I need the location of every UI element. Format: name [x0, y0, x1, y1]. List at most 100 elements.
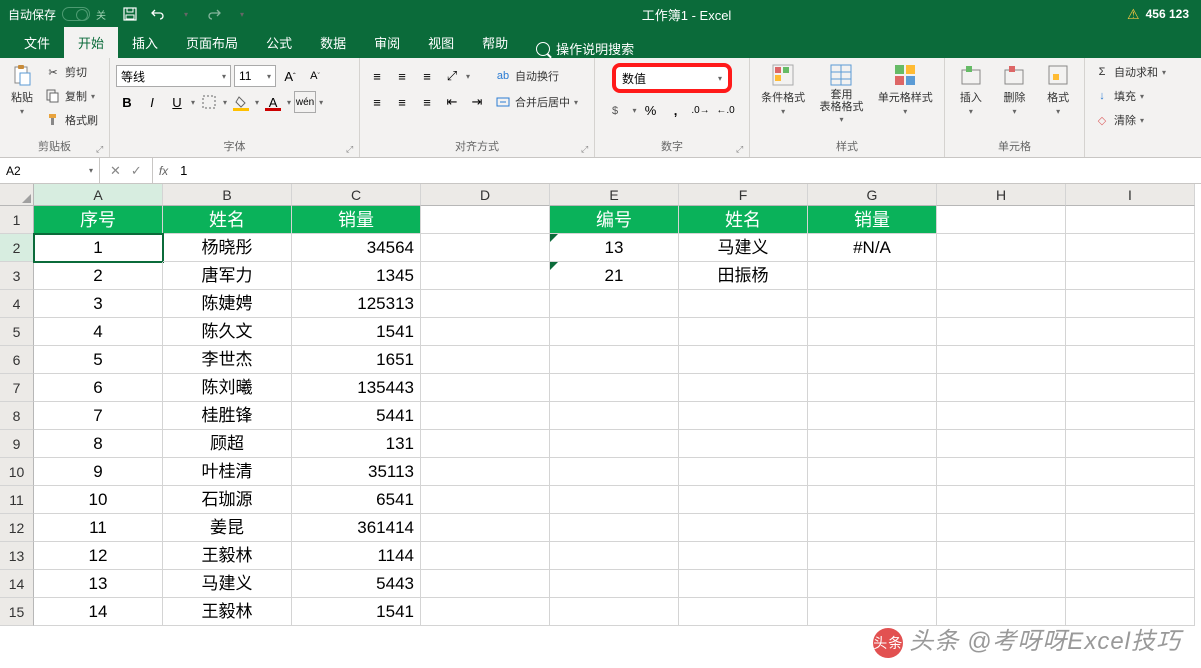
- accounting-format-icon[interactable]: $: [607, 99, 629, 121]
- row-header[interactable]: 4: [0, 290, 34, 318]
- italic-button[interactable]: I: [141, 91, 163, 113]
- cell[interactable]: [550, 374, 679, 402]
- cell[interactable]: [679, 402, 808, 430]
- cell[interactable]: 9: [34, 458, 163, 486]
- cell[interactable]: 7: [34, 402, 163, 430]
- comma-format-icon[interactable]: ,: [665, 99, 687, 121]
- align-right-icon[interactable]: ≡: [416, 91, 438, 113]
- cell[interactable]: 1651: [292, 346, 421, 374]
- cell[interactable]: [679, 598, 808, 626]
- cell[interactable]: 2: [34, 262, 163, 290]
- cell[interactable]: [421, 318, 550, 346]
- cell[interactable]: [808, 486, 937, 514]
- cell[interactable]: 34564: [292, 234, 421, 262]
- cell[interactable]: [937, 458, 1066, 486]
- insert-cells-button[interactable]: 插入▾: [955, 61, 987, 118]
- cell[interactable]: [550, 486, 679, 514]
- cell[interactable]: 135443: [292, 374, 421, 402]
- cell[interactable]: 销量: [808, 206, 937, 234]
- cell[interactable]: [550, 570, 679, 598]
- cell[interactable]: [421, 374, 550, 402]
- tab-layout[interactable]: 页面布局: [172, 27, 252, 58]
- cell[interactable]: [1066, 402, 1195, 430]
- cell[interactable]: [937, 346, 1066, 374]
- cell[interactable]: [679, 458, 808, 486]
- row-header[interactable]: 12: [0, 514, 34, 542]
- cell[interactable]: 姓名: [679, 206, 808, 234]
- cell[interactable]: 35113: [292, 458, 421, 486]
- save-icon[interactable]: [122, 6, 138, 22]
- undo-dropdown-icon[interactable]: ▾: [178, 6, 194, 22]
- dialog-launcher-icon[interactable]: ⤢: [346, 144, 356, 154]
- cell[interactable]: [421, 598, 550, 626]
- column-header[interactable]: A: [34, 184, 163, 206]
- cell[interactable]: 编号: [550, 206, 679, 234]
- cell[interactable]: [937, 430, 1066, 458]
- cell[interactable]: [679, 346, 808, 374]
- cell[interactable]: 5441: [292, 402, 421, 430]
- fx-icon[interactable]: fx: [153, 158, 174, 183]
- cell[interactable]: [421, 290, 550, 318]
- cell[interactable]: 1541: [292, 318, 421, 346]
- cell[interactable]: [937, 542, 1066, 570]
- cell[interactable]: [1066, 542, 1195, 570]
- cell[interactable]: 1541: [292, 598, 421, 626]
- cell[interactable]: 王毅林: [163, 598, 292, 626]
- cell[interactable]: 桂胜锋: [163, 402, 292, 430]
- cell[interactable]: 5: [34, 346, 163, 374]
- cell[interactable]: [1066, 374, 1195, 402]
- paste-button[interactable]: 粘贴 ▾: [6, 61, 38, 118]
- cell[interactable]: 石珈源: [163, 486, 292, 514]
- toggle-switch-icon[interactable]: [62, 7, 90, 21]
- cell[interactable]: [1066, 430, 1195, 458]
- increase-indent-icon[interactable]: ⇥: [466, 91, 488, 113]
- row-header[interactable]: 10: [0, 458, 34, 486]
- cell[interactable]: [937, 402, 1066, 430]
- number-format-select[interactable]: 数值▾: [612, 63, 732, 93]
- column-header[interactable]: G: [808, 184, 937, 206]
- cell[interactable]: [808, 458, 937, 486]
- cell[interactable]: 3: [34, 290, 163, 318]
- cell-styles-button[interactable]: 单元格样式▾: [874, 61, 937, 118]
- cell[interactable]: 13: [34, 570, 163, 598]
- cell[interactable]: 杨晓彤: [163, 234, 292, 262]
- align-middle-icon[interactable]: ≡: [391, 65, 413, 87]
- row-header[interactable]: 14: [0, 570, 34, 598]
- cell[interactable]: [937, 570, 1066, 598]
- cell[interactable]: 125313: [292, 290, 421, 318]
- autosum-button[interactable]: Σ自动求和▾: [1091, 61, 1169, 83]
- tab-home[interactable]: 开始: [64, 27, 118, 58]
- cell[interactable]: 销量: [292, 206, 421, 234]
- row-header[interactable]: 5: [0, 318, 34, 346]
- tab-formulas[interactable]: 公式: [252, 27, 306, 58]
- font-name-select[interactable]: 等线▾: [116, 65, 231, 87]
- cell[interactable]: 21: [550, 262, 679, 290]
- row-header[interactable]: 6: [0, 346, 34, 374]
- cell[interactable]: [1066, 290, 1195, 318]
- cell[interactable]: [1066, 346, 1195, 374]
- cell[interactable]: 马建义: [679, 234, 808, 262]
- cell[interactable]: [421, 570, 550, 598]
- cell[interactable]: [808, 346, 937, 374]
- cell[interactable]: 6541: [292, 486, 421, 514]
- cell[interactable]: 5443: [292, 570, 421, 598]
- redo-icon[interactable]: [206, 6, 222, 22]
- cell[interactable]: 11: [34, 514, 163, 542]
- formula-input[interactable]: 1: [174, 158, 1201, 183]
- cell[interactable]: 王毅林: [163, 542, 292, 570]
- tab-help[interactable]: 帮助: [468, 27, 522, 58]
- column-header[interactable]: I: [1066, 184, 1195, 206]
- cell[interactable]: [421, 234, 550, 262]
- wrap-text-button[interactable]: ab自动换行: [492, 65, 581, 87]
- dialog-launcher-icon[interactable]: ⤢: [581, 144, 591, 154]
- autosave-toggle[interactable]: 自动保存 关: [0, 6, 114, 23]
- cell[interactable]: 姜昆: [163, 514, 292, 542]
- align-top-icon[interactable]: ≡: [366, 65, 388, 87]
- tab-review[interactable]: 审阅: [360, 27, 414, 58]
- cell[interactable]: [808, 374, 937, 402]
- tab-insert[interactable]: 插入: [118, 27, 172, 58]
- cell[interactable]: [679, 430, 808, 458]
- cell[interactable]: 陈婕娉: [163, 290, 292, 318]
- conditional-formatting-button[interactable]: 条件格式▾: [757, 61, 809, 118]
- cell[interactable]: [421, 514, 550, 542]
